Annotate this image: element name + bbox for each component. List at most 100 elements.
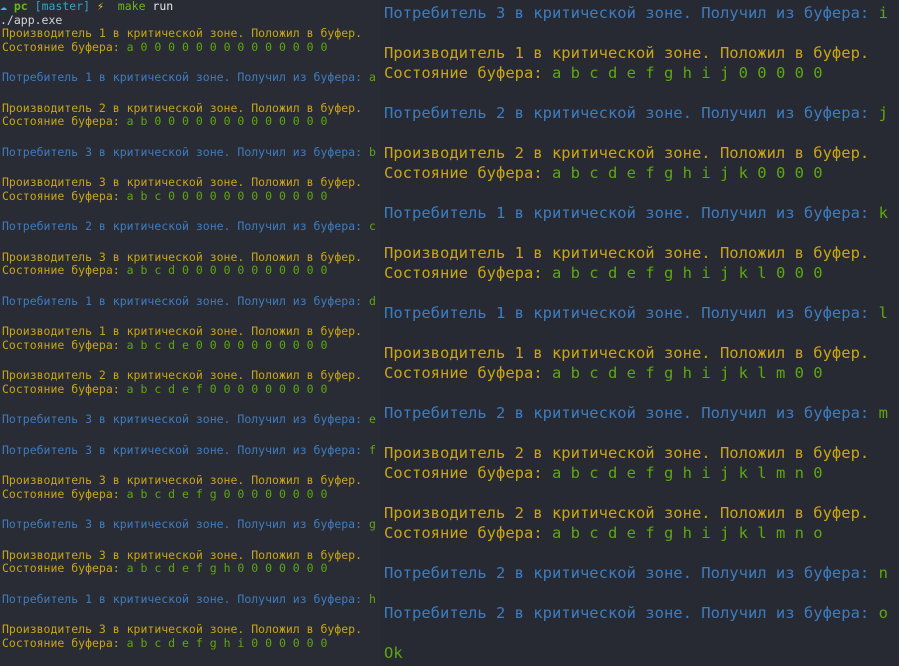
producer-message: Производитель 1 в критической зоне. Поло… (384, 344, 870, 362)
consumed-value: h (368, 591, 376, 606)
consumer-log-entry: Потребитель 2 в критической зоне. Получи… (384, 103, 899, 123)
buffer-state-value: a b c d e f g h i j k 0 0 0 0 (551, 164, 823, 182)
consumer-log-entry: Потребитель 2 в критической зоне. Получи… (2, 219, 380, 234)
consumer-log-entry: Потребитель 1 в критической зоне. Получи… (384, 303, 899, 323)
producer-log-entry: Производитель 2 в критической зоне. Поло… (384, 503, 899, 543)
buffer-state-label: Состояние буфера: (384, 524, 543, 542)
consumed-value: i (878, 4, 888, 22)
consumed-value: l (878, 304, 888, 322)
output-log: Потребитель 3 в критической зоне. Получи… (380, 3, 899, 623)
consumer-message: Потребитель 3 в критической зоне. Получи… (2, 442, 363, 457)
buffer-state-value: a b c d e f g h i j k l m 0 0 (551, 364, 823, 382)
terminal-pane-right[interactable]: Потребитель 3 в критической зоне. Получи… (380, 0, 899, 666)
producer-message: Производитель 1 в критической зоне. Поло… (384, 44, 870, 62)
consumer-message: Потребитель 2 в критической зоне. Получи… (384, 404, 870, 422)
consumer-message: Потребитель 1 в критической зоне. Получи… (384, 304, 870, 322)
consumed-value: o (878, 604, 888, 622)
consumer-log-entry: Потребитель 3 в критической зоне. Получи… (2, 442, 380, 458)
buffer-state-label: Состояние буфера: (384, 464, 543, 482)
final-status: Ok (384, 644, 403, 662)
producer-log-entry: Производитель 3 в критической зоне. Поло… (2, 473, 380, 501)
consumed-value: g (368, 517, 376, 531)
producer-log-entry: Производитель 1 в критической зоне. Поло… (384, 43, 899, 83)
consumer-message: Потребитель 1 в критической зоне. Получи… (2, 591, 363, 606)
producer-log-entry: Производитель 1 в критической зоне. Поло… (384, 343, 899, 383)
producer-log-entry: Производитель 2 в критической зоне. Поло… (2, 101, 380, 129)
buffer-state-value: a b c d e f g 0 0 0 0 0 0 0 0 (126, 486, 328, 501)
producer-log-entry: Производитель 3 в критической зоне. Поло… (2, 548, 380, 576)
buffer-state-value: a 0 0 0 0 0 0 0 0 0 0 0 0 0 0 (126, 39, 328, 54)
consumer-message: Потребитель 2 в критической зоне. Получи… (384, 564, 870, 582)
consumer-log-entry: Потребитель 1 в критической зоне. Получи… (2, 591, 380, 607)
consumed-value: c (368, 219, 376, 233)
consumer-message: Потребитель 2 в критической зоне. Получи… (2, 219, 363, 233)
buffer-state-value: a b c d e f g h i 0 0 0 0 0 0 (126, 635, 328, 650)
buffer-state-value: a b c d e f g h i j 0 0 0 0 0 (551, 64, 823, 82)
producer-log-entry: Производитель 2 в критической зоне. Поло… (2, 368, 380, 396)
buffer-state-label: Состояние буфера: (2, 337, 120, 352)
consumer-message: Потребитель 3 в критической зоне. Получи… (2, 412, 363, 426)
producer-message: Производитель 2 в критической зоне. Поло… (384, 144, 870, 162)
consumer-message: Потребитель 3 в критической зоне. Получи… (384, 4, 870, 22)
consumed-value: b (368, 144, 376, 159)
buffer-state-label: Состояние буфера: (384, 64, 543, 82)
consumed-value: k (878, 204, 888, 222)
terminal-pane-left[interactable]: ☁ pc [master] ⚡ make run ./app.exe Произ… (0, 0, 380, 666)
buffer-state-value: a b c d e 0 0 0 0 0 0 0 0 0 0 (126, 337, 328, 352)
consumed-value: a (368, 70, 376, 84)
buffer-state-label: Состояние буфера: (384, 164, 543, 182)
output-log: Производитель 1 в критической зоне. Поло… (0, 26, 380, 650)
consumer-message: Потребитель 2 в критической зоне. Получи… (384, 604, 870, 622)
consumed-value: n (878, 564, 888, 582)
producer-log-entry: Производитель 1 в критической зоне. Поло… (2, 26, 380, 54)
producer-message: Производитель 3 в критической зоне. Поло… (2, 249, 363, 264)
prompt-host: pc (13, 0, 28, 13)
producer-log-entry: Производитель 3 в критической зоне. Поло… (2, 175, 380, 203)
consumed-value: f (368, 442, 376, 457)
consumer-log-entry: Потребитель 2 в критической зоне. Получи… (384, 603, 899, 623)
consumed-value: e (368, 412, 376, 426)
buffer-state-label: Состояние буфера: (2, 114, 120, 128)
prompt-git-branch: [master] (34, 0, 91, 13)
consumer-message: Потребитель 3 в критической зоне. Получи… (2, 517, 363, 531)
producer-message: Производитель 1 в критической зоне. Поло… (384, 244, 870, 262)
consumer-log-entry: Потребитель 2 в критической зоне. Получи… (384, 403, 899, 423)
producer-message: Производитель 1 в критической зоне. Поло… (2, 26, 363, 40)
buffer-state-value: a b c 0 0 0 0 0 0 0 0 0 0 0 0 (126, 188, 328, 203)
producer-message: Производитель 3 в критической зоне. Поло… (2, 622, 363, 636)
consumed-value: d (368, 293, 376, 308)
producer-log-entry: Производитель 1 в критической зоне. Поло… (2, 324, 380, 352)
consumer-log-entry: Потребитель 3 в критической зоне. Получи… (2, 412, 380, 427)
shell-prompt: ☁ pc [master] ⚡ make run (0, 0, 380, 14)
consumer-log-entry: Потребитель 1 в критической зоне. Получи… (384, 203, 899, 223)
producer-log-entry: Производитель 3 в критической зоне. Поло… (2, 622, 380, 650)
producer-log-entry: Производитель 1 в критической зоне. Поло… (384, 243, 899, 283)
consumer-message: Потребитель 1 в критической зоне. Получи… (384, 204, 870, 222)
producer-message: Производитель 3 в критической зоне. Поло… (2, 473, 363, 487)
consumer-message: Потребитель 1 в критической зоне. Получи… (2, 293, 363, 308)
consumer-message: Потребитель 3 в критической зоне. Получи… (2, 144, 363, 159)
buffer-state-value: a b c d e f g h i j k l 0 0 0 (551, 264, 823, 282)
consumer-log-entry: Потребитель 3 в критической зоне. Получи… (384, 3, 899, 23)
producer-message: Производитель 2 в критической зоне. Поло… (384, 444, 870, 462)
buffer-state-value: a b c d e f g h i j k l m n o (551, 524, 823, 542)
consumer-message: Потребитель 1 в критической зоне. Получи… (2, 70, 363, 84)
consumer-log-entry: Потребитель 3 в критической зоне. Получи… (2, 517, 380, 532)
buffer-state-label: Состояние буфера: (2, 381, 120, 396)
consumer-log-entry: Потребитель 3 в критической зоне. Получи… (2, 144, 380, 160)
producer-log-entry: Производитель 2 в критической зоне. Поло… (384, 143, 899, 183)
buffer-state-label: Состояние буфера: (384, 364, 543, 382)
producer-message: Производитель 3 в критической зоне. Поло… (2, 175, 363, 189)
lightning-icon: ⚡ (97, 0, 104, 13)
buffer-state-label: Состояние буфера: (2, 561, 120, 575)
consumer-message: Потребитель 2 в критической зоне. Получи… (384, 104, 870, 122)
producer-message: Производитель 2 в критической зоне. Поло… (384, 504, 870, 522)
buffer-state-label: Состояние буфера: (2, 39, 120, 54)
consumed-value: m (878, 404, 888, 422)
producer-log-entry: Производитель 2 в критической зоне. Поло… (384, 443, 899, 483)
buffer-state-label: Состояние буфера: (2, 486, 120, 501)
buffer-state-value: a b c d e f g h 0 0 0 0 0 0 0 (126, 561, 328, 575)
consumer-log-entry: Потребитель 1 в критической зоне. Получи… (2, 70, 380, 85)
buffer-state-value: a b c d e f 0 0 0 0 0 0 0 0 0 (126, 381, 328, 396)
buffer-state-label: Состояние буфера: (2, 263, 120, 277)
